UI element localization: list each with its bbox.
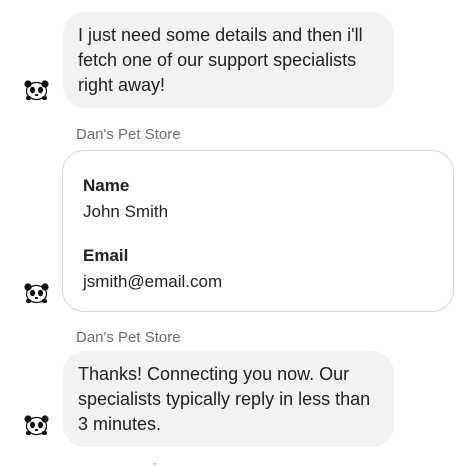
- panda-icon: [24, 283, 49, 304]
- sender-name: Dan's Pet Store: [76, 126, 181, 143]
- field-label: Name: [83, 176, 130, 195]
- field-label: Email: [83, 246, 129, 265]
- message-text: Thanks! Connecting you now. Our speciali…: [78, 364, 371, 434]
- email-field: Email jsmith@email.com: [83, 245, 433, 293]
- field-value: jsmith@email.com: [83, 272, 223, 291]
- scroll-indicator: [153, 463, 156, 465]
- field-value: John Smith: [83, 202, 169, 221]
- message-bubble: Thanks! Connecting you now. Our speciali…: [63, 351, 394, 447]
- panda-icon: [24, 80, 49, 101]
- sender-name: Dan's Pet Store: [76, 329, 181, 346]
- panda-icon: [24, 415, 49, 436]
- message-bubble: I just need some details and then i'll f…: [63, 12, 394, 108]
- message-text: I just need some details and then i'll f…: [78, 25, 363, 95]
- name-field: Name John Smith: [83, 175, 433, 223]
- form-summary-card: Name John Smith Email jsmith@email.com: [62, 150, 454, 312]
